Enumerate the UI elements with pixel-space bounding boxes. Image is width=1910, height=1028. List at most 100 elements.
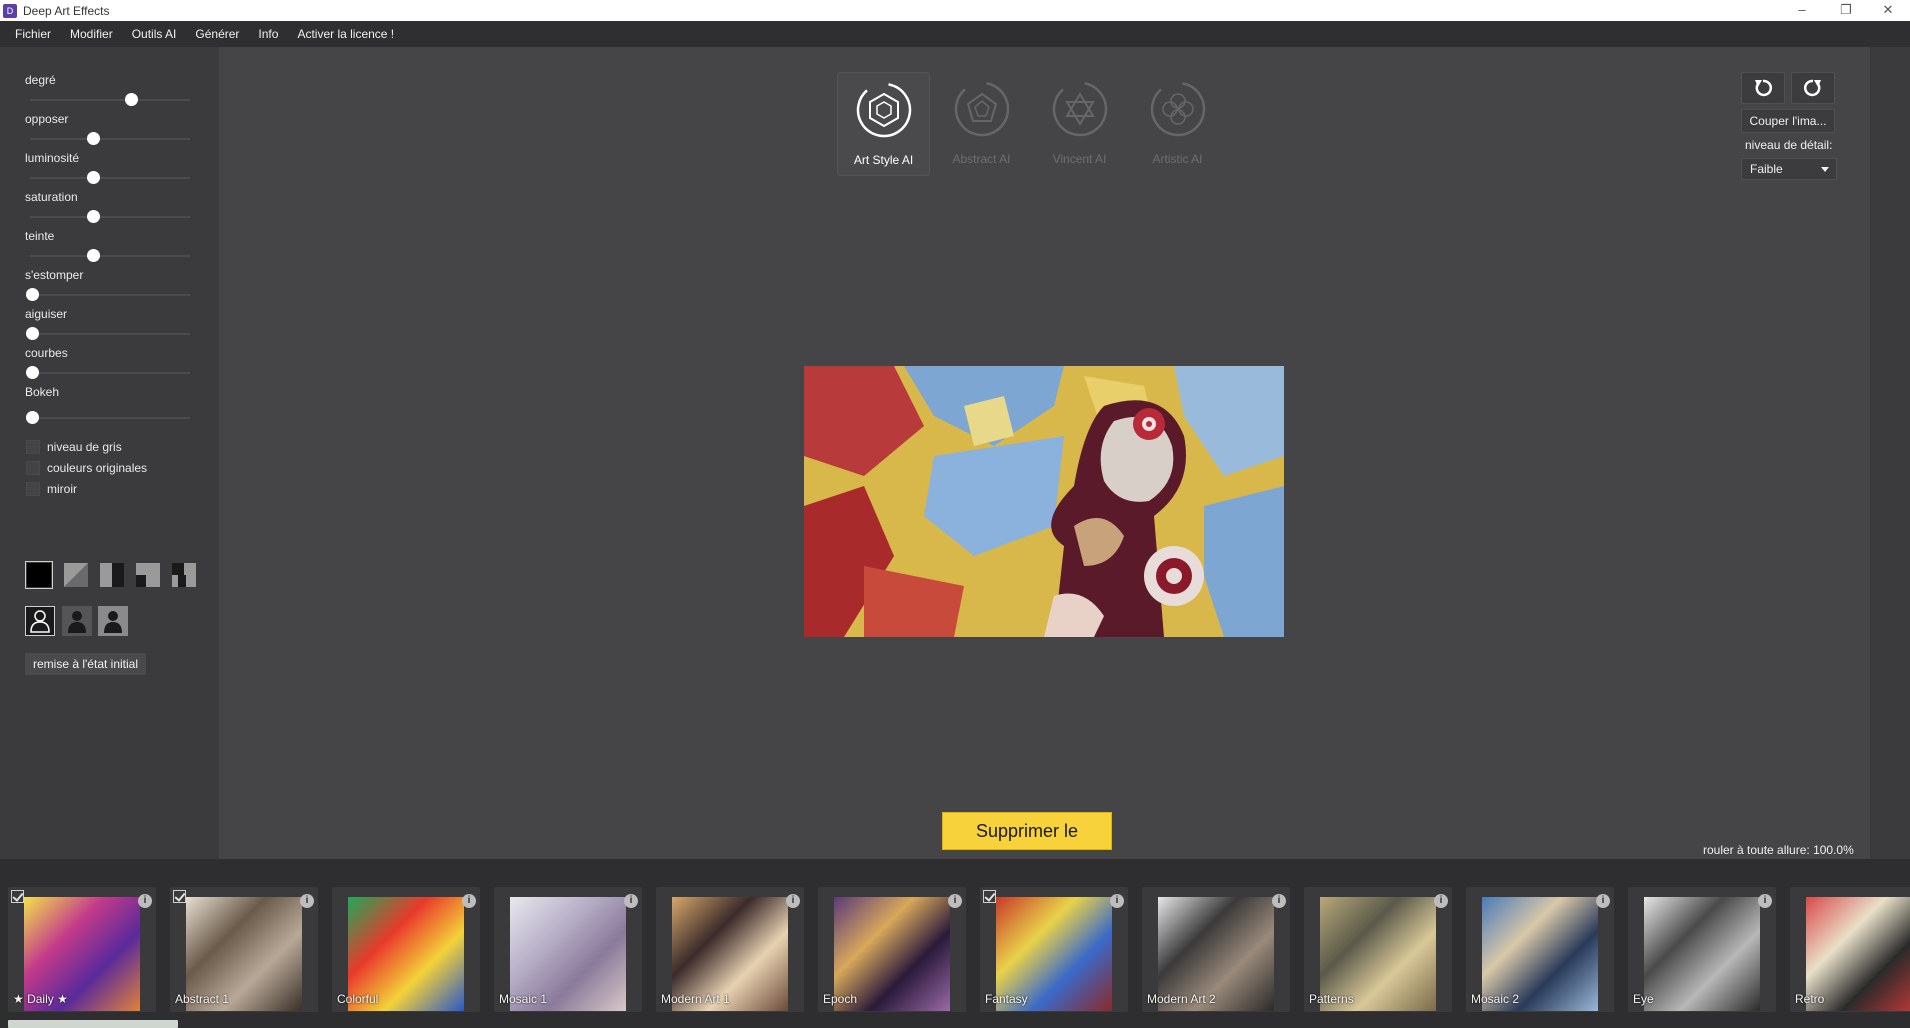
slider-handle[interactable] [86, 171, 100, 184]
favorite-checkbox[interactable] [173, 890, 186, 903]
slider-track[interactable] [30, 132, 190, 145]
mask-full-icon[interactable] [25, 561, 53, 589]
ai-model-tabs: Art Style AI Abstract AI Vincent AI Arti… [837, 72, 1229, 176]
pentagon-logo-icon [954, 81, 1009, 137]
gallery-scrollbar[interactable] [8, 1020, 178, 1028]
slider-handle[interactable] [26, 327, 39, 340]
slider-handle[interactable] [125, 93, 139, 106]
style-name: Eye [1633, 992, 1654, 1006]
slider-label: courbes [25, 346, 68, 360]
slider-label: degré [25, 73, 56, 87]
info-icon[interactable]: i [786, 894, 800, 908]
slider-handle[interactable] [86, 132, 100, 145]
style-card[interactable]: i Mosaic 1 [494, 887, 642, 1012]
slider-handle[interactable] [26, 366, 39, 379]
slider-label: luminosité [25, 151, 80, 165]
menu-generer[interactable]: Générer [185, 27, 248, 41]
slider-label: Bokeh [25, 385, 60, 399]
rotate-right-icon [1804, 79, 1821, 97]
window-title: Deep Art Effects [23, 3, 110, 18]
restore-icon[interactable]: ❐ [1824, 0, 1868, 21]
tab-art-style-ai[interactable]: Art Style AI [837, 72, 930, 176]
slider-track[interactable] [30, 93, 190, 106]
style-card[interactable]: iRetro [1790, 887, 1910, 1012]
info-icon[interactable]: i [1272, 894, 1286, 908]
style-card[interactable]: i Epoch [818, 887, 966, 1012]
info-icon[interactable]: i [1596, 894, 1610, 908]
info-icon[interactable]: i [138, 894, 152, 908]
style-name: Mosaic 2 [1471, 992, 1520, 1006]
style-gallery: i ★ Daily ★ i Abstract 1 i Colorful i Mosaic 1i… [0, 859, 1910, 1028]
slider-handle[interactable] [26, 411, 39, 424]
slider-track[interactable] [30, 249, 190, 262]
slider-track[interactable] [26, 327, 190, 340]
mirror-checkbox-row[interactable]: miroir [26, 482, 77, 496]
style-card[interactable]: i ★ Daily ★ [8, 887, 156, 1012]
style-card[interactable]: i Colorful [332, 887, 480, 1012]
rotate-right-button[interactable] [1791, 72, 1835, 104]
mask-checker-icon[interactable] [170, 561, 198, 589]
tab-artistic-ai-label: Artistic AI [1152, 152, 1203, 166]
style-card[interactable]: i Patterns [1304, 887, 1452, 1012]
info-icon[interactable]: i [1434, 894, 1448, 908]
tab-vincent-ai[interactable]: Vincent AI [1033, 72, 1126, 176]
menu-outils-ai[interactable]: Outils AI [122, 27, 186, 41]
remove-watermark-button[interactable]: Supprimer le filigrane [942, 812, 1112, 877]
grayscale-checkbox-row[interactable]: niveau de gris [26, 440, 122, 454]
reset-button[interactable]: remise à l'état initial [25, 653, 146, 675]
info-icon[interactable]: i [624, 894, 638, 908]
original-colors-checkbox[interactable] [26, 461, 40, 475]
original-colors-checkbox-row[interactable]: couleurs originales [26, 461, 147, 475]
mirror-checkbox[interactable] [26, 482, 40, 496]
info-icon[interactable]: i [1758, 894, 1772, 908]
tab-vincent-ai-label: Vincent AI [1052, 152, 1107, 166]
flower-logo-icon [1150, 81, 1205, 137]
mask-corner-icon[interactable] [134, 561, 162, 589]
info-icon[interactable]: i [462, 894, 476, 908]
person-outline-icon[interactable] [25, 606, 55, 636]
info-icon[interactable]: i [300, 894, 314, 908]
menu-modifier[interactable]: Modifier [60, 27, 122, 41]
info-icon[interactable]: i [948, 894, 962, 908]
style-name: Epoch [823, 992, 858, 1006]
slider-track[interactable] [26, 288, 190, 301]
slider-handle[interactable] [86, 210, 100, 223]
slider-track[interactable] [26, 366, 190, 379]
style-name: Modern Art 2 [1147, 992, 1216, 1006]
person-foreground-icon[interactable] [62, 606, 92, 636]
tab-artistic-ai[interactable]: Artistic AI [1131, 72, 1224, 176]
slider-handle[interactable] [86, 249, 100, 262]
slider-label: teinte [25, 229, 55, 243]
artwork-preview[interactable] [804, 366, 1284, 637]
grayscale-checkbox[interactable] [26, 440, 40, 454]
mask-split-icon[interactable] [98, 561, 126, 589]
style-card[interactable]: i Mosaic 2 [1466, 887, 1614, 1012]
style-card[interactable]: i Modern Art 2 [1142, 887, 1290, 1012]
tab-abstract-ai[interactable]: Abstract AI [935, 72, 1028, 176]
slider-track[interactable] [30, 210, 190, 223]
menu-activer-licence[interactable]: Activer la licence ! [287, 27, 403, 41]
info-icon[interactable]: i [1110, 894, 1124, 908]
zoom-status: rouler à toute allure: 100.0% [1703, 843, 1854, 857]
menu-fichier[interactable]: Fichier [0, 27, 60, 41]
slider-track[interactable] [26, 411, 190, 424]
mask-diagonal-icon[interactable] [62, 561, 90, 589]
person-background-icon[interactable] [98, 606, 128, 636]
favorite-checkbox[interactable] [983, 890, 996, 903]
style-name: Modern Art 1 [661, 992, 730, 1006]
menu-info[interactable]: Info [248, 27, 287, 41]
rotate-left-button[interactable] [1741, 72, 1785, 104]
style-card[interactable]: i Abstract 1 [170, 887, 318, 1012]
slider-handle[interactable] [26, 288, 39, 301]
mirror-label: miroir [47, 482, 77, 496]
favorite-checkbox[interactable] [11, 890, 24, 903]
rotate-left-icon [1755, 79, 1772, 97]
slider-track[interactable] [30, 171, 190, 184]
style-card[interactable]: i Fantasy [980, 887, 1128, 1012]
crop-image-button[interactable]: Couper l'ima... [1741, 109, 1835, 133]
close-icon[interactable]: ✕ [1866, 0, 1910, 21]
style-card[interactable]: i Eye [1628, 887, 1776, 1012]
minimize-icon[interactable]: – [1780, 0, 1824, 21]
detail-level-select[interactable]: Faible [1741, 158, 1837, 180]
style-card[interactable]: i Modern Art 1 [656, 887, 804, 1012]
